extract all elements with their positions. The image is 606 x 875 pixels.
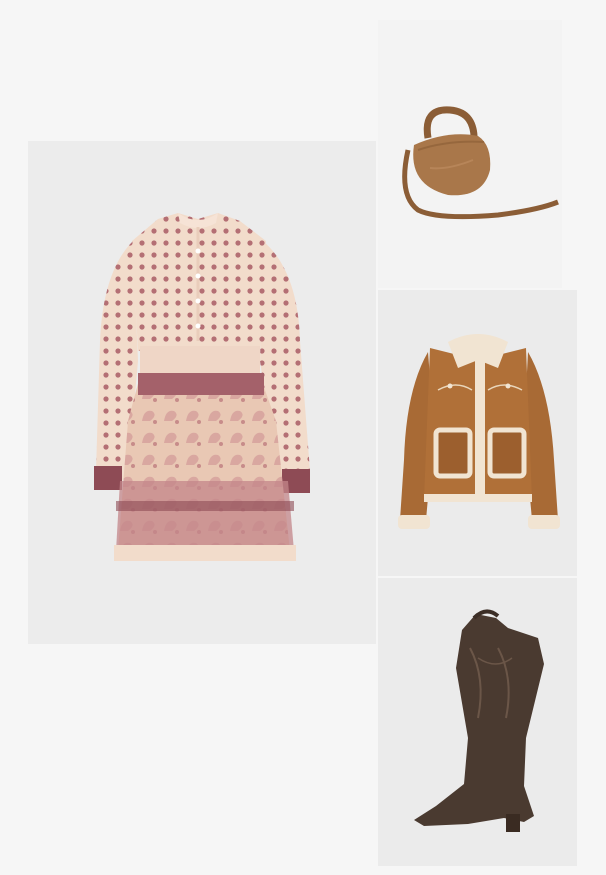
western-cowboy-boot-icon [414,609,544,832]
product-tile-boot[interactable] [378,578,577,866]
product-tile-jacket[interactable] [378,290,577,576]
product-tile-dress[interactable] [28,141,376,644]
paisley-print-mini-dress-icon [94,213,310,561]
shearling-suede-jacket-icon [398,334,560,529]
ruched-crossbody-bag-icon [402,106,559,220]
product-tile-bag[interactable] [378,20,562,288]
